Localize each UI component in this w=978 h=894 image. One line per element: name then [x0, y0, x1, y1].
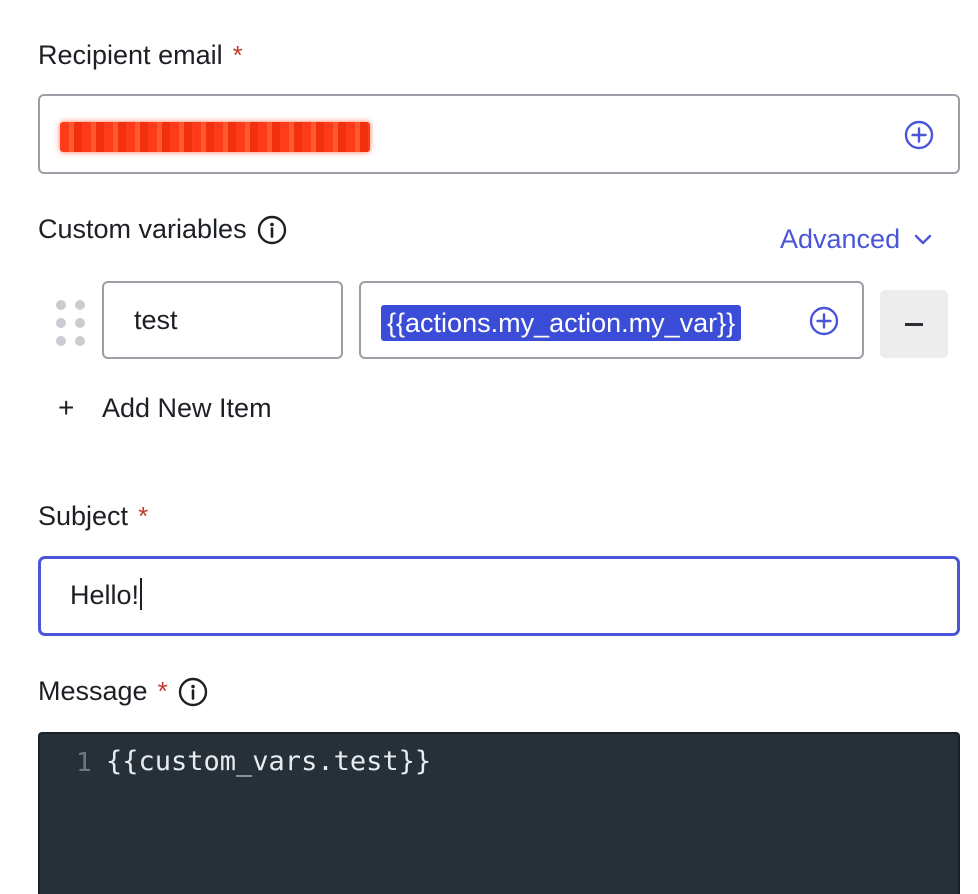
remove-item-button[interactable]: [880, 290, 948, 358]
add-new-item-label: Add New Item: [102, 392, 272, 423]
plus-icon: +: [58, 392, 75, 423]
minus-icon: [905, 322, 923, 326]
custom-variables-label: Custom variables: [38, 214, 287, 245]
advanced-label: Advanced: [780, 224, 901, 254]
message-label: Message *: [38, 676, 208, 707]
required-asterisk: *: [138, 501, 149, 531]
recipient-email-label: Recipient email *: [38, 40, 243, 71]
custom-variables-label-text: Custom variables: [38, 214, 247, 244]
insert-variable-plus-circle-icon[interactable]: [809, 306, 839, 336]
subject-input[interactable]: Hello!: [38, 556, 960, 636]
required-asterisk: *: [232, 40, 243, 70]
subject-label: Subject *: [38, 501, 148, 532]
drag-handle-icon[interactable]: [56, 300, 85, 346]
advanced-toggle-button[interactable]: Advanced: [780, 224, 932, 255]
variable-key-value: test: [134, 305, 178, 335]
recipient-email-input[interactable]: [38, 94, 960, 174]
variable-key-input[interactable]: test: [102, 281, 343, 359]
selected-variable-token: {{actions.my_action.my_var}}: [381, 305, 742, 341]
email-action-form: Recipient email * Custom variables Advan…: [0, 0, 978, 894]
subject-label-text: Subject: [38, 501, 129, 531]
insert-variable-plus-circle-icon[interactable]: [904, 120, 934, 150]
line-number: 1: [76, 748, 92, 778]
chevron-down-icon: [914, 234, 932, 244]
text-caret: [140, 578, 143, 610]
info-icon[interactable]: [178, 677, 208, 707]
message-code-editor[interactable]: 1 {{custom_vars.test}}: [38, 732, 960, 894]
info-icon[interactable]: [257, 215, 287, 245]
code-line: {{custom_vars.test}}: [106, 746, 432, 777]
required-asterisk: *: [157, 676, 168, 706]
recipient-email-label-text: Recipient email: [38, 40, 223, 70]
redacted-email-value: [60, 122, 370, 152]
subject-value-text: Hello!: [70, 580, 140, 610]
message-label-text: Message: [38, 676, 148, 706]
subject-value: Hello!: [70, 578, 143, 611]
variable-value-input[interactable]: {{actions.my_action.my_var}}: [359, 281, 864, 359]
add-new-item-button[interactable]: + Add New Item: [58, 392, 272, 424]
